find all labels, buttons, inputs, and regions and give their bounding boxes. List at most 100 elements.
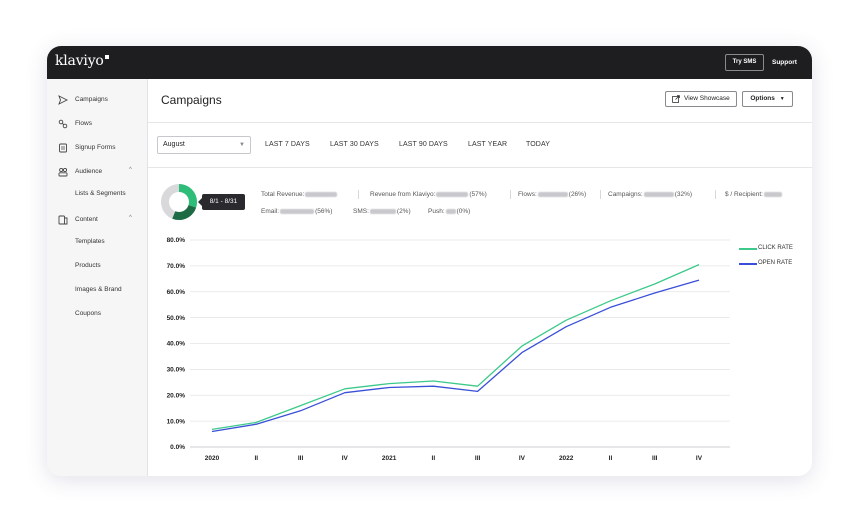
- x-tick-label: III: [298, 455, 304, 462]
- stat-sms: SMS: (2%): [353, 208, 411, 215]
- stat-label: Total Revenue:: [261, 191, 305, 198]
- x-tick-label: 2021: [382, 455, 397, 462]
- sidebar-item-campaigns[interactable]: Campaigns: [47, 92, 148, 108]
- filters-divider: [148, 167, 812, 168]
- date-range-tooltip: 8/1 - 8/31: [198, 194, 245, 210]
- blurred-value: [763, 191, 782, 197]
- try-sms-button[interactable]: Try SMS: [725, 54, 764, 71]
- form-icon: [59, 143, 67, 153]
- y-tick-label: 50.0%: [167, 315, 186, 322]
- x-tick-label: III: [475, 455, 481, 462]
- flows-icon: [58, 119, 68, 129]
- logo-flag-icon: [104, 55, 109, 59]
- stat-label: Email:: [261, 208, 280, 215]
- stat-revenue-from-klaviyo: Revenue from Klaviyo: (57%): [370, 191, 487, 198]
- x-tick-label: 2022: [559, 455, 574, 462]
- sidebar: Campaigns Flows Signup Forms Audience ^ …: [47, 79, 148, 476]
- external-link-icon: [672, 95, 680, 103]
- open-rate-line: [211, 279, 700, 433]
- stat-email: Email: (56%): [261, 208, 332, 215]
- stat-campaigns: Campaigns: (32%): [608, 191, 692, 198]
- stat-label: $ / Recipient:: [725, 191, 763, 198]
- stat-label: SMS:: [353, 208, 369, 215]
- sidebar-item-label: Audience: [75, 168, 103, 175]
- stat-label: Flows:: [518, 191, 537, 198]
- sidebar-item-content[interactable]: Content ^: [47, 212, 148, 228]
- stat-push: Push: (0%): [428, 208, 470, 215]
- rate-line-chart: 80.0% 70.0% 60.0% 50.0% 40.0% 30.0% 20.0% 10.0%…: [167, 237, 730, 462]
- sidebar-item-audience[interactable]: Audience ^: [47, 164, 148, 180]
- x-tick-label: 2020: [205, 455, 220, 462]
- range-today[interactable]: TODAY: [526, 141, 550, 148]
- stat-flows: Flows: (26%): [518, 191, 586, 198]
- y-tick-label: 30.0%: [167, 367, 186, 374]
- sidebar-item-label: Content: [75, 216, 98, 223]
- stat-label: Campaigns:: [608, 191, 643, 198]
- options-button[interactable]: Options ▼: [742, 91, 793, 107]
- legend-swatch: [739, 263, 757, 265]
- sidebar-item-templates[interactable]: Templates: [75, 238, 105, 245]
- audience-icon: [58, 167, 68, 177]
- stat-separator: [358, 190, 359, 199]
- blurred-value: [305, 191, 338, 197]
- legend-label: CLICK RATE: [758, 245, 793, 251]
- send-icon: [58, 95, 68, 105]
- app-window: klaviyo Try SMS Support Campaigns Flows …: [47, 46, 812, 476]
- stat-separator: [600, 190, 601, 199]
- x-tick-label: IV: [696, 455, 703, 462]
- sidebar-item-flows[interactable]: Flows: [47, 116, 148, 132]
- blurred-value: [445, 208, 456, 214]
- range-last-year[interactable]: LAST YEAR: [468, 141, 507, 148]
- range-last-7-days[interactable]: LAST 7 DAYS: [265, 141, 310, 148]
- blurred-value: [643, 191, 674, 197]
- header-divider: [148, 122, 812, 123]
- x-tick-label: II: [432, 455, 436, 462]
- legend-label: OPEN RATE: [758, 260, 793, 266]
- y-tick-label: 20.0%: [167, 392, 186, 399]
- caret-down-icon: ▼: [779, 96, 785, 102]
- revenue-donut-chart: [161, 184, 197, 220]
- stat-suffix: (0%): [456, 208, 471, 215]
- y-tick-label: 60.0%: [167, 289, 186, 296]
- options-label: Options: [750, 95, 775, 102]
- x-tick-label: IV: [342, 455, 349, 462]
- y-tick-label: 40.0%: [167, 341, 186, 348]
- month-select[interactable]: August ▼: [157, 136, 251, 154]
- klaviyo-logo[interactable]: klaviyo: [55, 53, 109, 69]
- support-link[interactable]: Support: [772, 59, 797, 66]
- blurred-value: [280, 208, 315, 214]
- sidebar-item-images-brand[interactable]: Images & Brand: [75, 286, 122, 293]
- stat-suffix: (32%): [674, 191, 693, 198]
- sidebar-item-signup-forms[interactable]: Signup Forms: [47, 140, 148, 156]
- y-tick-label: 70.0%: [167, 263, 186, 270]
- x-tick-label: IV: [519, 455, 526, 462]
- sidebar-item-coupons[interactable]: Coupons: [75, 310, 101, 317]
- stat-separator: [715, 190, 716, 199]
- stat-suffix: (57%): [469, 191, 487, 198]
- range-last-30-days[interactable]: LAST 30 DAYS: [330, 141, 379, 148]
- caret-down-icon: ▼: [239, 142, 245, 148]
- top-bar: klaviyo Try SMS Support: [47, 46, 812, 79]
- month-select-value: August: [163, 141, 185, 148]
- stat-per-recipient: $ / Recipient:: [725, 191, 783, 198]
- stat-suffix: (2%): [396, 208, 411, 215]
- page-title: Campaigns: [161, 93, 222, 107]
- range-last-90-days[interactable]: LAST 90 DAYS: [399, 141, 448, 148]
- legend-swatch: [739, 248, 757, 250]
- view-showcase-button[interactable]: View Showcase: [665, 91, 737, 107]
- sidebar-item-label: Flows: [75, 120, 92, 127]
- sidebar-item-products[interactable]: Products: [75, 262, 101, 269]
- main-content: Campaigns View Showcase Options ▼ August…: [148, 79, 812, 476]
- content-icon: [58, 215, 68, 225]
- y-tick-label: 0.0%: [170, 444, 185, 451]
- stat-label: Revenue from Klaviyo:: [370, 191, 436, 198]
- sidebar-item-label: Signup Forms: [75, 144, 116, 151]
- sidebar-item-lists-segments[interactable]: Lists & Segments: [75, 190, 126, 197]
- stat-separator: [510, 190, 511, 199]
- y-tick-label: 80.0%: [167, 237, 186, 244]
- stat-total-revenue: Total Revenue:: [261, 191, 338, 198]
- blurred-value: [436, 191, 469, 197]
- stat-suffix: (56%): [315, 208, 333, 215]
- x-tick-label: II: [609, 455, 613, 462]
- x-tick-label: III: [652, 455, 658, 462]
